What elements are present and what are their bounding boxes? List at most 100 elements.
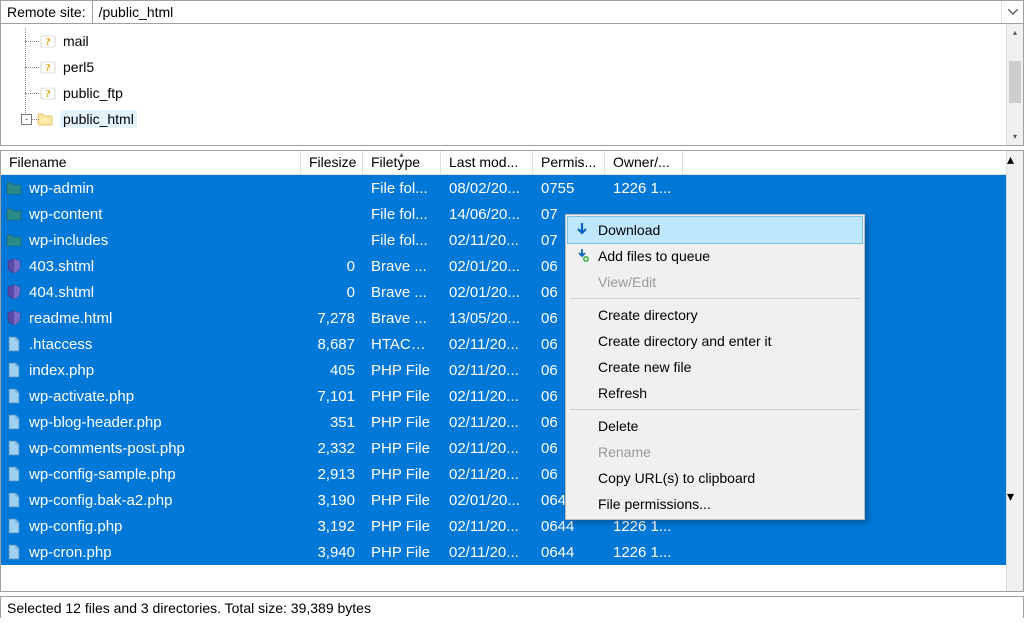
col-filesize[interactable]: Filesize [301, 151, 363, 174]
filelist-scrollbar[interactable]: ▴ ▾ [1006, 151, 1023, 591]
file-row[interactable]: wp-blog-header.php351PHP File02/11/20...… [1, 409, 1023, 435]
cell-owner: 1226 1... [605, 180, 683, 197]
file-icon [5, 361, 23, 379]
cell-lastmod: 13/05/20... [441, 310, 533, 327]
menu-create-directory-enter[interactable]: Create directory and enter it [568, 328, 862, 354]
svg-text:?: ? [45, 88, 51, 100]
cell-filename: wp-config.bak-a2.php [1, 491, 301, 509]
scroll-down[interactable]: ▾ [1007, 488, 1023, 505]
file-icon [5, 387, 23, 405]
svg-text:?: ? [45, 62, 51, 74]
file-row[interactable]: 404.shtml0Brave ...02/01/20...06 [1, 279, 1023, 305]
cell-filetype: Brave ... [363, 258, 441, 275]
cell-filetype: PHP File [363, 518, 441, 535]
file-icon [5, 413, 23, 431]
cell-filename: wp-blog-header.php [1, 413, 301, 431]
scroll-thumb[interactable] [1009, 61, 1021, 103]
cell-filetype: PHP File [363, 544, 441, 561]
file-row[interactable]: wp-contentFile fol...14/06/20...07 [1, 201, 1023, 227]
menu-separator [570, 409, 860, 410]
tree-item-label: public_html [60, 110, 137, 128]
file-row[interactable]: readme.html7,278Brave ...13/05/20...06 [1, 305, 1023, 331]
cell-filename: readme.html [1, 309, 301, 327]
menu-refresh[interactable]: Refresh [568, 380, 862, 406]
tree-item-public_ftp[interactable]: ? public_ftp [7, 80, 1006, 106]
cell-filesize: 7,101 [301, 388, 363, 405]
cell-filename: wp-content [1, 205, 301, 223]
context-menu: Download Add files to queue View/Edit Cr… [565, 214, 865, 520]
cell-filetype: File fol... [363, 206, 441, 223]
cell-filename: wp-cron.php [1, 543, 301, 561]
tree-item-perl5[interactable]: ? perl5 [7, 54, 1006, 80]
cell-permissions: 0644 [533, 544, 605, 561]
menu-download[interactable]: Download [568, 217, 862, 243]
tree-item-label: perl5 [63, 59, 94, 75]
cell-filetype: PHP File [363, 466, 441, 483]
scroll-up[interactable]: ▴ [1007, 151, 1023, 168]
col-permissions[interactable]: Permis... [533, 151, 605, 174]
expander-icon[interactable]: - [21, 114, 32, 125]
cell-filetype: PHP File [363, 492, 441, 509]
col-filetype[interactable]: ▴Filetype [363, 151, 441, 174]
cell-filetype: PHP File [363, 414, 441, 431]
file-row[interactable]: index.php405PHP File02/11/20...06 [1, 357, 1023, 383]
question-icon: ? [39, 58, 57, 76]
remote-path-dropdown[interactable] [1001, 1, 1023, 23]
menu-delete[interactable]: Delete [568, 413, 862, 439]
col-lastmod[interactable]: Last mod... [441, 151, 533, 174]
cell-filesize: 3,940 [301, 544, 363, 561]
file-row[interactable]: wp-config-sample.php2,913PHP File02/11/2… [1, 461, 1023, 487]
cell-filesize: 0 [301, 284, 363, 301]
cell-filename: index.php [1, 361, 301, 379]
cell-permissions: 0755 [533, 180, 605, 197]
cell-filesize: 3,190 [301, 492, 363, 509]
file-row[interactable]: wp-cron.php3,940PHP File02/11/20...06441… [1, 539, 1023, 565]
tree-item-public_html[interactable]: - public_html [7, 106, 1006, 132]
cell-filename: 403.shtml [1, 257, 301, 275]
tree-item-mail[interactable]: ?mail [7, 28, 1006, 54]
cell-lastmod: 02/01/20... [441, 492, 533, 509]
file-row[interactable]: wp-config.php3,192PHP File02/11/20...064… [1, 513, 1023, 539]
cell-filetype: File fol... [363, 180, 441, 197]
tree-scrollbar[interactable]: ▴ ▾ [1006, 24, 1023, 145]
file-row[interactable]: wp-includesFile fol...02/11/20...07 [1, 227, 1023, 253]
cell-filename: wp-includes [1, 231, 301, 249]
menu-create-directory[interactable]: Create directory [568, 302, 862, 328]
cell-filesize: 405 [301, 362, 363, 379]
col-owner[interactable]: Owner/... [605, 151, 683, 174]
menu-copy-urls[interactable]: Copy URL(s) to clipboard [568, 465, 862, 491]
scroll-thumb[interactable] [1007, 168, 1023, 488]
cell-filesize: 351 [301, 414, 363, 431]
file-row[interactable]: wp-adminFile fol...08/02/20...07551226 1… [1, 175, 1023, 201]
menu-file-permissions[interactable]: File permissions... [568, 491, 862, 517]
file-icon [5, 491, 23, 509]
folder-teal-icon [5, 205, 23, 223]
file-row[interactable]: wp-activate.php7,101PHP File02/11/20...0… [1, 383, 1023, 409]
tree-item-label: public_ftp [63, 85, 123, 101]
cell-lastmod: 02/11/20... [441, 414, 533, 431]
menu-create-file[interactable]: Create new file [568, 354, 862, 380]
remote-path-input[interactable]: /public_html [93, 1, 1001, 23]
folder-teal-icon [5, 231, 23, 249]
file-row[interactable]: .htaccess8,687HTACC...02/11/20...06 [1, 331, 1023, 357]
file-row[interactable]: wp-config.bak-a2.php3,190PHP File02/01/2… [1, 487, 1023, 513]
file-row[interactable]: 403.shtml0Brave ...02/01/20...06 [1, 253, 1023, 279]
cell-owner: 1226 1... [605, 518, 683, 535]
cell-filename: .htaccess [1, 335, 301, 353]
shield-icon [5, 257, 23, 275]
col-filename[interactable]: Filename [1, 151, 301, 174]
file-icon [5, 439, 23, 457]
cell-filesize: 2,332 [301, 440, 363, 457]
scroll-down[interactable]: ▾ [1007, 128, 1023, 145]
cell-filetype: HTACC... [363, 336, 441, 353]
sort-asc-icon: ▴ [399, 151, 403, 159]
scroll-up[interactable]: ▴ [1007, 24, 1023, 41]
cell-lastmod: 02/11/20... [441, 440, 533, 457]
cell-lastmod: 02/11/20... [441, 544, 533, 561]
add-to-queue-icon [574, 248, 590, 264]
file-row[interactable]: wp-comments-post.php2,332PHP File02/11/2… [1, 435, 1023, 461]
svg-text:?: ? [45, 36, 51, 48]
cell-filetype: Brave ... [363, 284, 441, 301]
cell-lastmod: 14/06/20... [441, 206, 533, 223]
menu-add-to-queue[interactable]: Add files to queue [568, 243, 862, 269]
